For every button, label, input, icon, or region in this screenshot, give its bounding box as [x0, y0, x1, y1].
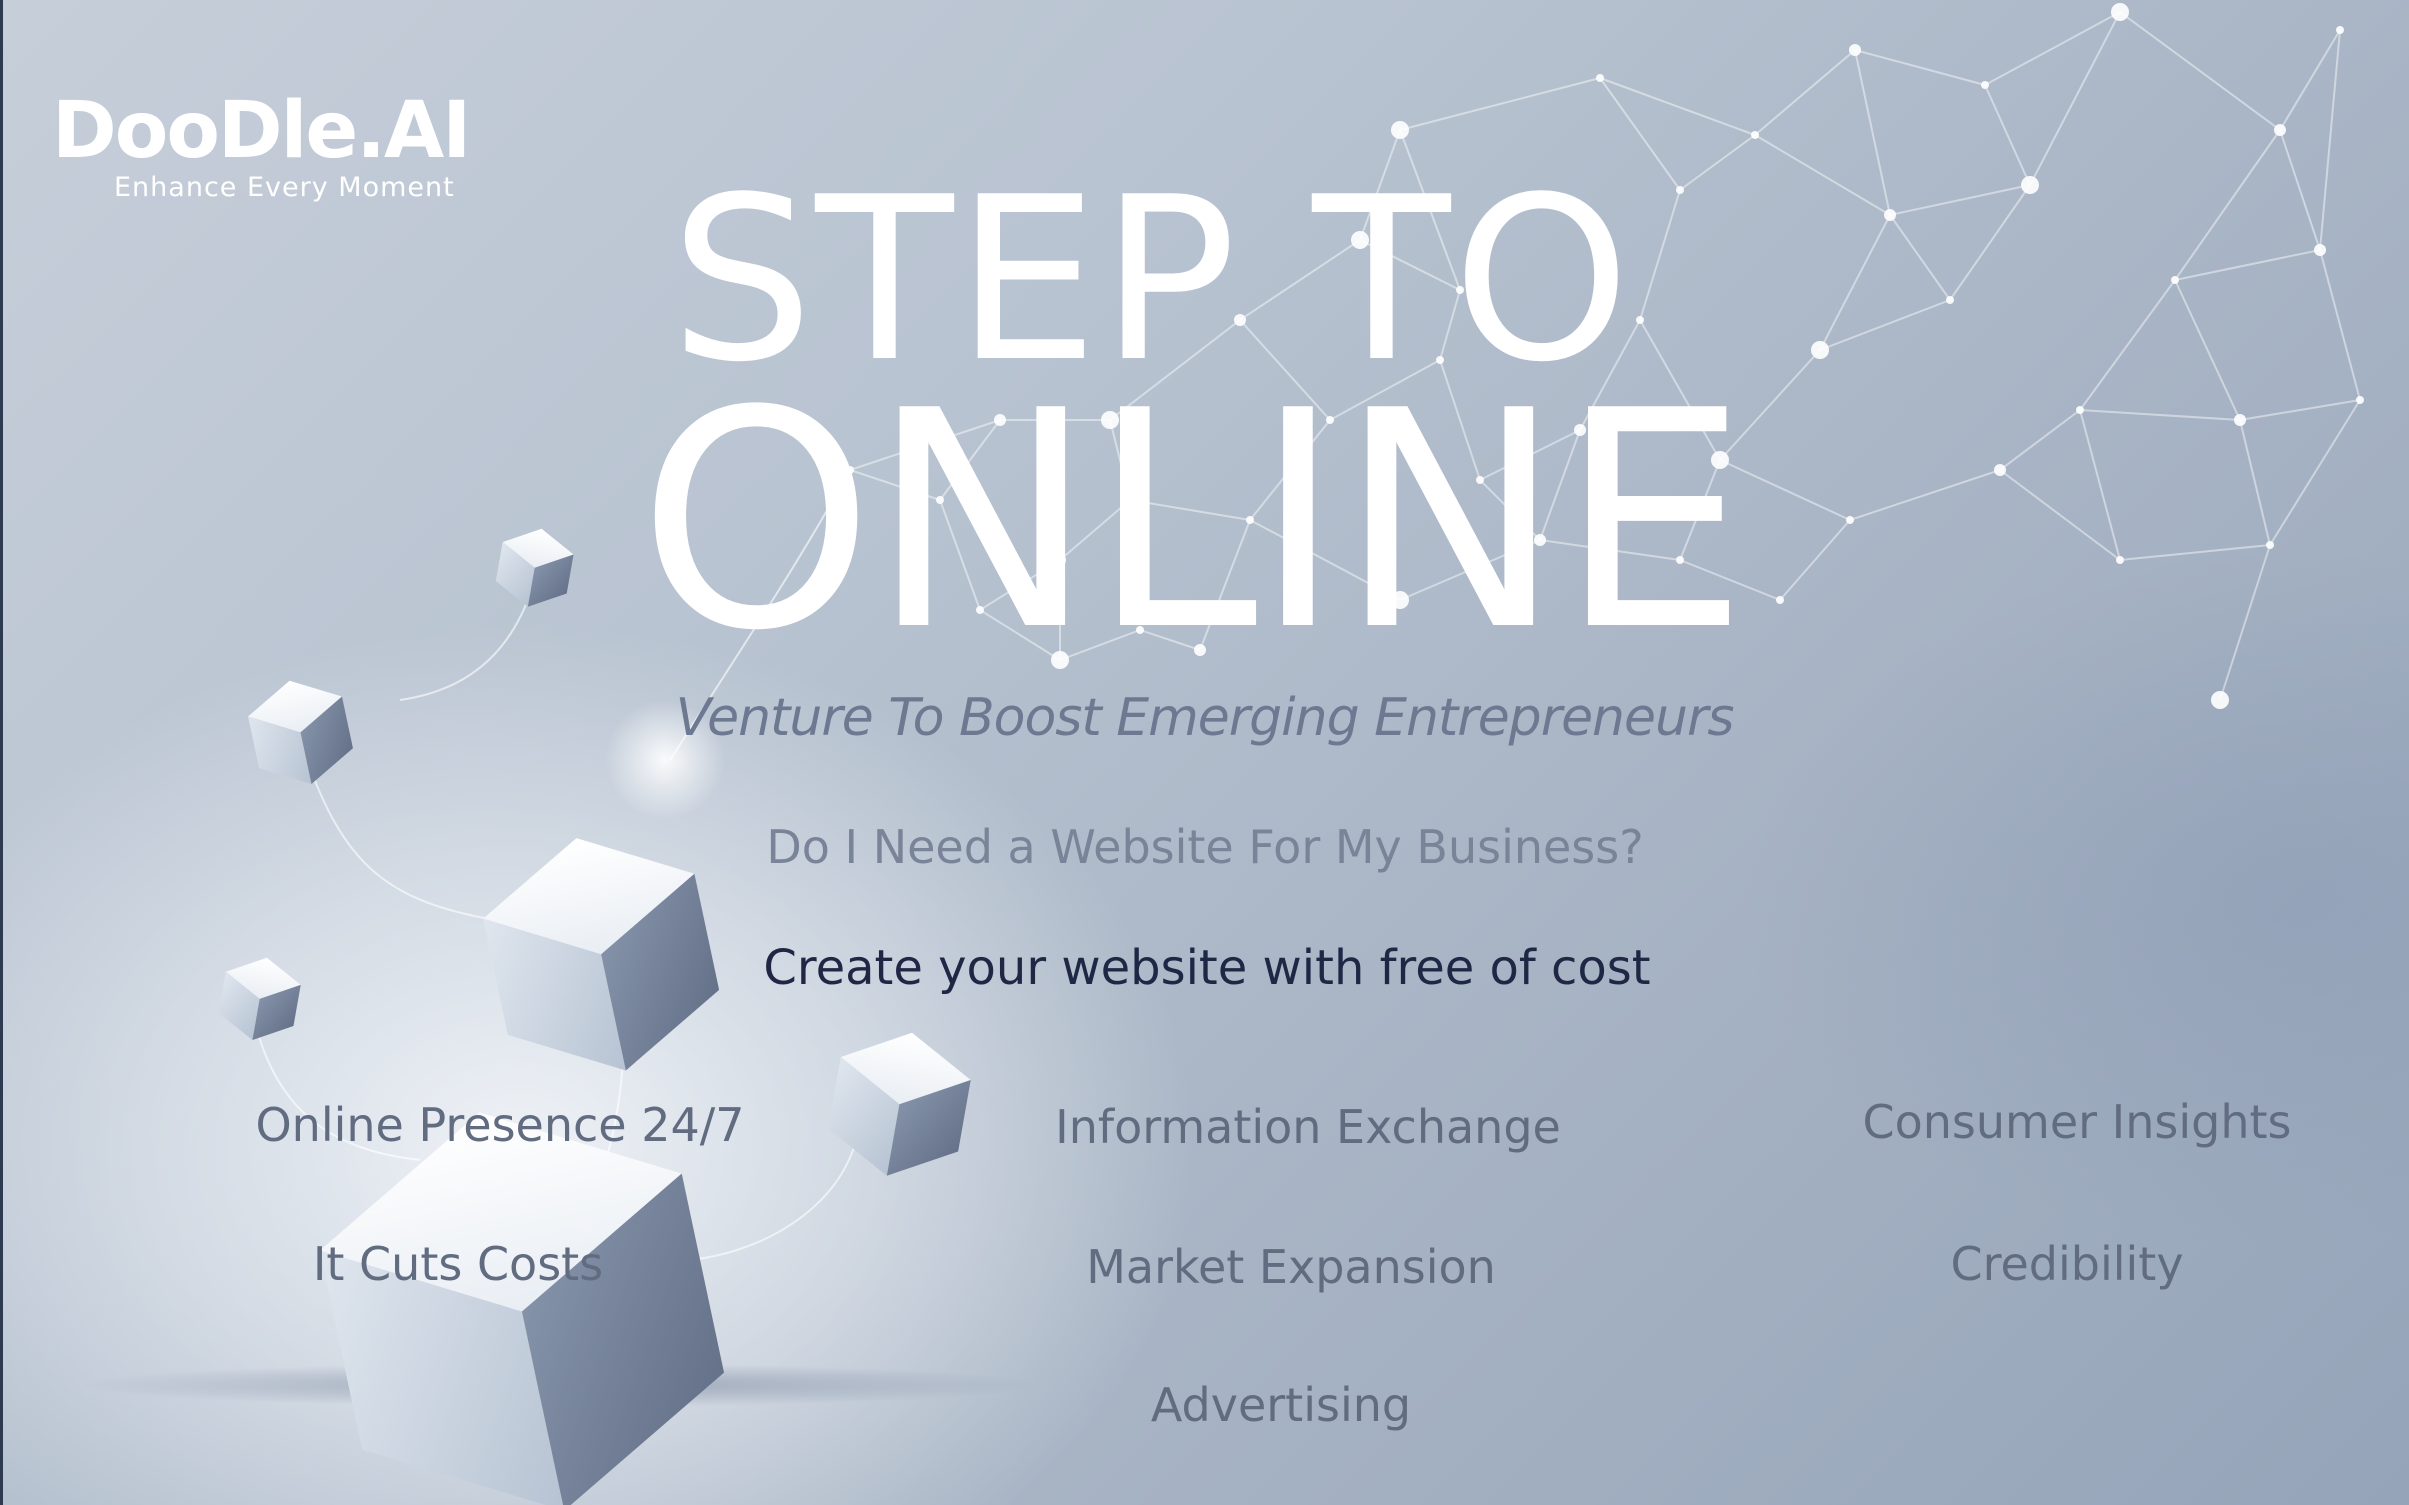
hero-subtitle: Venture To Boost Emerging Entrepreneurs	[675, 688, 1735, 748]
benefit-consumer-insights: Consumer Insights	[1862, 1095, 2292, 1149]
cube-shape	[828, 1032, 971, 1176]
cube-shape	[495, 528, 574, 607]
brand-logo-text: DooDle.AI	[52, 86, 471, 176]
hero-question: Do I Need a Website For My Business?	[766, 820, 1644, 874]
call-to-action: Create your website with free of cost	[763, 940, 1651, 996]
benefit-market-expansion: Market Expansion	[1086, 1240, 1496, 1294]
brand-tagline: Enhance Every Moment	[114, 172, 455, 203]
poster-background: DooDle.AI Enhance Every Moment STEP TO O…	[0, 0, 2409, 1505]
benefit-credibility: Credibility	[1950, 1237, 2184, 1291]
benefit-cuts-costs: It Cuts Costs	[312, 1237, 604, 1291]
benefit-online-presence: Online Presence 24/7	[255, 1098, 745, 1152]
benefit-advertising: Advertising	[1150, 1378, 1412, 1432]
benefit-information-exchange: Information Exchange	[1055, 1100, 1561, 1154]
hero-headline-bottom: ONLINE	[638, 347, 1748, 696]
